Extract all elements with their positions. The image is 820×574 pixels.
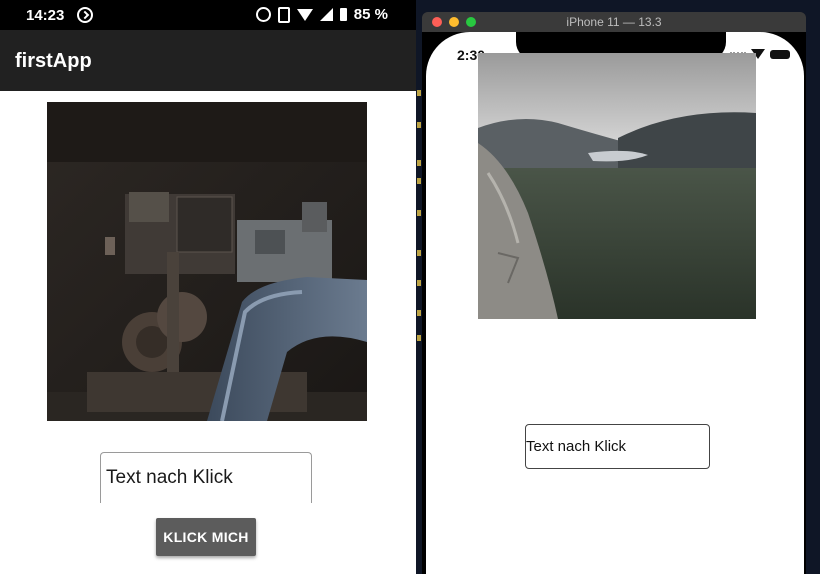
signal-icon — [319, 8, 333, 21]
simulator-title: iPhone 11 — 13.3 — [566, 15, 662, 29]
battery-percent: 85 % — [353, 6, 388, 23]
android-status-bar: 14:23 85 % — [0, 0, 416, 30]
android-device-screen: 14:23 85 % firstApp Text nach Klick KLIC… — [0, 0, 416, 574]
wifi-icon — [296, 8, 313, 21]
machinery-photo — [47, 102, 367, 421]
vibrate-icon — [277, 6, 290, 23]
status-icons: 85 % — [255, 6, 388, 23]
text-field[interactable]: Text nach Klick — [100, 452, 312, 503]
mac-desktop: iPhone 11 — 13.3 2:30 Text nach Klick — [416, 0, 820, 574]
data-saver-icon — [77, 7, 93, 23]
klick-mich-button[interactable]: KLICK MICH — [156, 518, 256, 556]
simulator-titlebar[interactable]: iPhone 11 — 13.3 — [422, 12, 806, 32]
battery-icon — [770, 49, 790, 59]
landscape-photo — [478, 53, 756, 319]
text-field[interactable]: Text nach Klick — [525, 424, 710, 469]
iphone-frame: 2:30 Text nach Klick — [422, 32, 806, 574]
iphone-screen: 2:30 Text nach Klick — [426, 32, 804, 574]
simulator-window[interactable]: iPhone 11 — 13.3 2:30 Text nach Klick — [422, 12, 806, 574]
battery-icon — [339, 8, 347, 21]
status-time: 14:23 — [26, 7, 65, 24]
app-bar: firstApp — [0, 30, 416, 91]
app-title: firstApp — [15, 50, 92, 72]
alarm-icon — [255, 7, 271, 22]
